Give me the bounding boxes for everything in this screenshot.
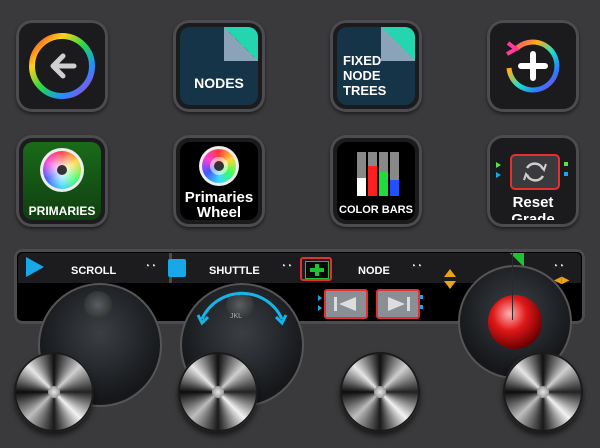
previous-node-button[interactable]	[324, 289, 368, 319]
primaries-key-face: PRIMARIES	[23, 142, 101, 220]
reset-grade-key[interactable]: Reset Grade	[487, 135, 579, 227]
back-arrow-key-face	[23, 27, 101, 105]
reset-icon-frame	[510, 154, 560, 190]
control-strip: SCROLL ◔◔ SHUTTLE ◔◔ JKL NODE ◔◔ ◔◔ ◀▶	[14, 249, 585, 407]
link-icon: ◔◔	[552, 261, 565, 272]
reset-grade-label: Reset Grade	[511, 194, 555, 220]
nodes-key-face: NODES	[180, 27, 258, 105]
color-wheel-icon	[199, 146, 239, 186]
color-bars-label: COLOR BARS	[339, 204, 413, 216]
knob-1[interactable]	[14, 352, 94, 432]
refresh-plus-icon	[506, 39, 560, 93]
knob-2[interactable]	[178, 352, 258, 432]
add-grade-key[interactable]	[487, 20, 579, 112]
color-bars-icon	[357, 152, 399, 196]
add-grade-key-face	[494, 27, 572, 105]
reset-grade-key-face: Reset Grade	[494, 142, 572, 220]
color-wheel-icon	[40, 148, 84, 192]
fixed-node-trees-label: FIXED NODE TREES	[343, 53, 387, 98]
knob-3[interactable]	[340, 352, 420, 432]
reset-cycle-icon	[523, 162, 547, 182]
back-arrow-ring-icon	[29, 33, 95, 99]
primaries-key[interactable]: PRIMARIES	[16, 135, 108, 227]
primaries-wheel-key[interactable]: Primaries Wheel	[173, 135, 265, 227]
next-node-button[interactable]	[376, 289, 420, 319]
primaries-wheel-key-face: Primaries Wheel	[180, 142, 258, 220]
play-icon[interactable]	[26, 257, 44, 277]
down-arrow-icon	[444, 281, 456, 289]
primaries-label: PRIMARIES	[28, 204, 96, 218]
scroll-label: SCROLL	[71, 265, 117, 277]
color-bars-key-face: COLOR BARS	[337, 142, 415, 220]
blue-indicator-icon	[496, 172, 501, 178]
skip-forward-icon	[388, 297, 410, 311]
node-label: NODE	[358, 265, 390, 277]
fixed-node-trees-key-face: FIXED NODE TREES	[337, 27, 415, 105]
jkl-label: JKL	[230, 313, 243, 320]
up-arrow-icon	[444, 269, 456, 277]
knob-4[interactable]	[503, 352, 583, 432]
nodes-key[interactable]: NODES	[173, 20, 265, 112]
link-icon: ◔◔	[410, 261, 423, 272]
back-arrow-key[interactable]	[16, 20, 108, 112]
shuttle-label: SHUTTLE	[209, 265, 260, 277]
add-node-button[interactable]	[300, 257, 332, 281]
trackball-ball[interactable]	[488, 295, 542, 349]
primaries-wheel-label: Primaries Wheel	[184, 189, 254, 220]
shuttle-arrows-icon	[196, 291, 288, 326]
skip-back-icon	[334, 297, 356, 311]
nodes-label: NODES	[194, 75, 244, 91]
link-icon: ◔◔	[280, 261, 293, 272]
link-icon: ◔◔	[144, 261, 157, 272]
color-bars-key[interactable]: COLOR BARS	[330, 135, 422, 227]
stop-icon[interactable]	[168, 259, 186, 277]
fixed-node-trees-key[interactable]: FIXED NODE TREES	[330, 20, 422, 112]
green-indicator-icon	[496, 162, 501, 168]
